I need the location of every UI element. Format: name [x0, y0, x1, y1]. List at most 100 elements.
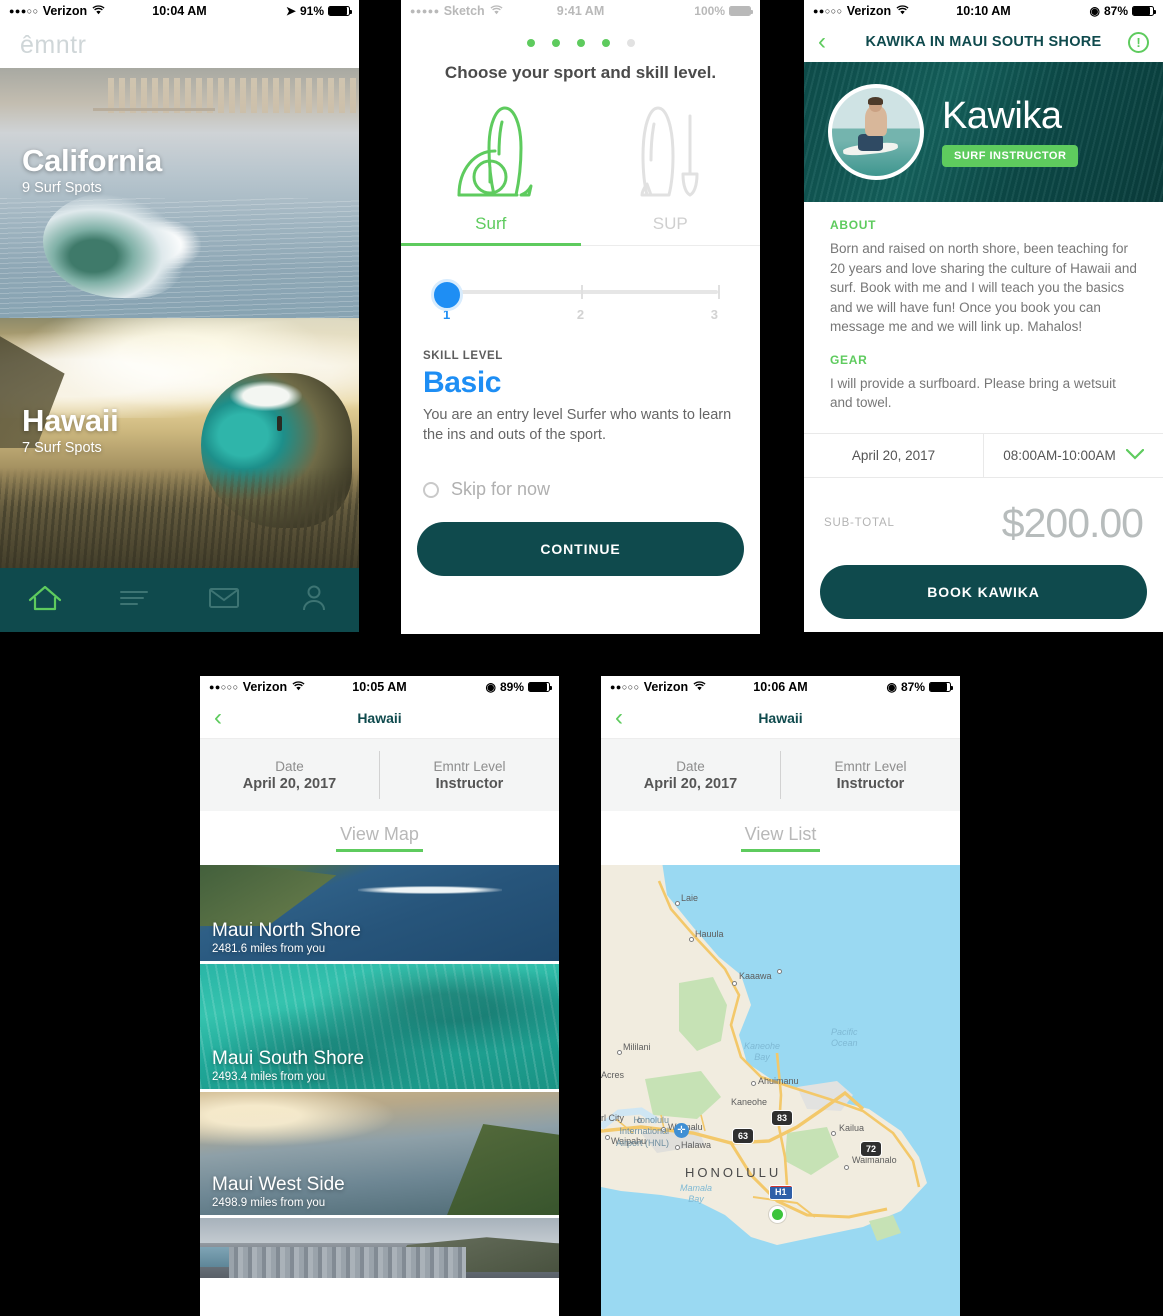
skill-level-block: SKILL LEVEL Basic You are an entry level… [401, 322, 760, 445]
status-bar-left: ●●○○○ Verizon [610, 680, 706, 694]
sport-option-sup[interactable]: SUP [580, 95, 760, 256]
tab-home[interactable] [0, 583, 90, 618]
filter-date[interactable]: Date April 20, 2017 [601, 759, 780, 792]
signal-dots-icon: ●●○○○ [610, 681, 640, 692]
map-label: Halawa [681, 1140, 712, 1150]
slider-tick-label: 3 [710, 307, 718, 322]
phone-instructor-profile-screen: ●●○○○ Verizon 10:10 AM ◉ 87% ‹ KAWIKA IN… [804, 0, 1163, 632]
slider-track[interactable] [431, 279, 720, 311]
status-bar-left: ●●●●● Sketch [410, 4, 503, 18]
section-body: I will provide a surfboard. Please bring… [830, 375, 1116, 411]
view-toggle[interactable]: View List [601, 811, 960, 865]
list-item[interactable]: Maui South Shore 2493.4 miles from you [200, 964, 559, 1092]
status-bar-right: ◉ 87% [1089, 4, 1156, 18]
spot-name: Maui North Shore [212, 920, 361, 942]
nav-bar: ‹ KAWIKA IN MAUI SOUTH SHORE ! [804, 22, 1163, 62]
profile-hero: Kawika SURF INSTRUCTOR [804, 62, 1163, 202]
chevron-down-icon[interactable] [1125, 445, 1144, 465]
sport-selector: Surf SUP [401, 95, 760, 256]
battery-icon [729, 6, 753, 16]
home-icon [27, 583, 63, 618]
map-airport-label: Honolulu International Airport (HNL) [615, 1115, 669, 1148]
back-chevron-icon[interactable]: ‹ [818, 30, 844, 54]
battery-percent: 87% [900, 680, 925, 694]
status-bar: ●●●○○ Verizon 10:04 AM ➤ 91% [0, 0, 359, 22]
current-location-pin[interactable] [769, 1206, 786, 1223]
info-icon[interactable]: ! [1128, 31, 1149, 53]
status-bar-left: ●●○○○ Verizon [209, 680, 305, 694]
map-place-dot [777, 969, 782, 974]
view-toggle[interactable]: View Map [200, 811, 559, 865]
profile-icon [300, 584, 328, 617]
skip-label: Skip for now [451, 479, 551, 500]
map-place-dot [751, 1081, 756, 1086]
spot-name: Maui South Shore [212, 1048, 365, 1070]
spot-photo [200, 1218, 559, 1278]
book-button[interactable]: BOOK KAWIKA [820, 564, 1147, 619]
instructor-name: Kawika [942, 95, 1062, 137]
map-water-label: Pacific Ocean [831, 1027, 858, 1049]
map-place-dot [689, 937, 694, 942]
map-place-dot [732, 981, 737, 986]
subtotal-amount: $200.00 [1001, 499, 1144, 546]
booking-selector-row: April 20, 2017 08:00AM-10:00AM [804, 432, 1163, 478]
filter-level[interactable]: Emntr Level Instructor [380, 759, 559, 792]
map-place-dot [617, 1050, 622, 1055]
filter-key: Emntr Level [433, 758, 506, 774]
skill-slider[interactable]: 1 2 3 [401, 256, 760, 322]
filter-key: Date [676, 758, 705, 774]
booking-date-field[interactable]: April 20, 2017 [804, 434, 983, 477]
progress-dots [401, 22, 760, 63]
section-heading: GEAR [830, 352, 868, 367]
tab-mail[interactable] [180, 586, 270, 615]
status-bar-left: ●●●○○ Verizon [9, 4, 105, 18]
map-label: Acres [601, 1070, 625, 1080]
status-bar-right: 100% [694, 4, 753, 18]
region-card-hawaii[interactable]: Hawaii 7 Surf Spots [0, 318, 359, 568]
status-bar-right: ➤ 91% [285, 4, 352, 18]
location-arrow-icon: ➤ [285, 4, 296, 18]
list-item[interactable]: Maui West Side 2498.9 miles from you [200, 1092, 559, 1218]
battery-icon [1132, 6, 1156, 16]
slider-knob[interactable] [431, 279, 463, 311]
spot-label: Maui West Side 2498.9 miles from you [212, 1174, 345, 1209]
region-label: Hawaii 7 Surf Spots [22, 403, 119, 456]
lock-rotation-icon: ◉ [1089, 4, 1100, 18]
mail-icon [208, 586, 240, 615]
skill-level-kicker: SKILL LEVEL [423, 350, 503, 362]
progress-dot [601, 39, 610, 47]
spot-label: Maui North Shore 2481.6 miles from you [212, 920, 361, 955]
filter-summary-bar: Date April 20, 2017 Emntr Level Instruct… [200, 739, 559, 811]
filter-level[interactable]: Emntr Level Instructor [781, 759, 960, 792]
route-shield-83: 83 [771, 1110, 794, 1126]
section-heading: ABOUT [830, 218, 877, 232]
booking-time-field[interactable]: 08:00AM-10:00AM [983, 433, 1163, 477]
region-card-california[interactable]: California 9 Surf Spots [0, 68, 359, 318]
spot-label: Maui South Shore 2493.4 miles from you [212, 1048, 365, 1083]
signal-dots-icon: ●●●●● [410, 5, 440, 16]
tab-profile[interactable] [269, 584, 359, 617]
radio-icon[interactable] [423, 481, 439, 498]
map-water-label: Mamala Bay [680, 1183, 713, 1205]
wifi-icon [693, 680, 706, 694]
wifi-icon [490, 4, 503, 18]
battery-icon [929, 682, 953, 692]
sport-active-underline [401, 243, 581, 246]
filter-date[interactable]: Date April 20, 2017 [200, 759, 379, 792]
skill-level-name: Basic [423, 366, 502, 399]
list-item[interactable]: Maui North Shore 2481.6 miles from you [200, 865, 559, 964]
sport-option-surf[interactable]: Surf [401, 95, 581, 256]
tab-list[interactable] [90, 588, 180, 613]
route-shield-72: 72 [860, 1141, 883, 1157]
sport-label: Surf [475, 214, 507, 233]
skip-for-now-option[interactable]: Skip for now [401, 445, 760, 500]
booking-time-value: 08:00AM-10:00AM [1003, 447, 1116, 463]
status-bar-right: ◉ 89% [485, 680, 552, 694]
status-bar-left: ●●○○○ Verizon [813, 4, 909, 18]
map-label: Kaneohe [731, 1097, 768, 1107]
continue-button[interactable]: CONTINUE [417, 522, 744, 577]
list-item[interactable] [200, 1218, 559, 1278]
filter-key: Emntr Level [834, 758, 907, 774]
brand-bar: êmntr [0, 22, 359, 68]
map-canvas[interactable]: Laie Hauula Kaaawa Mililani Acres Ahuima… [601, 865, 960, 1316]
